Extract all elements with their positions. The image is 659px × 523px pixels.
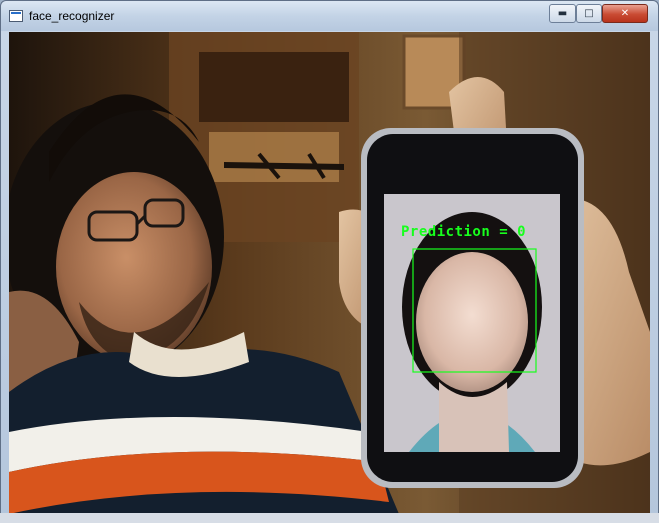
app-window-icon <box>9 10 23 22</box>
window-title: face_recognizer <box>29 9 115 23</box>
taskbar-edge <box>0 513 659 523</box>
maximize-button[interactable]: □ <box>576 4 602 23</box>
minimize-button[interactable]: ▬ <box>549 4 576 23</box>
title-bar[interactable]: face_recognizer ▬ □ ✕ <box>1 1 658 31</box>
webcam-frame-image <box>9 32 650 514</box>
maximize-icon: □ <box>584 8 594 19</box>
close-icon: ✕ <box>620 8 630 19</box>
camera-view: Prediction = 0 <box>9 32 650 514</box>
face-recognizer-window: face_recognizer ▬ □ ✕ Prediction = 0 <box>0 0 659 523</box>
prediction-label: Prediction = 0 <box>401 224 527 240</box>
close-button[interactable]: ✕ <box>602 4 648 23</box>
minimize-icon: ▬ <box>557 8 568 19</box>
